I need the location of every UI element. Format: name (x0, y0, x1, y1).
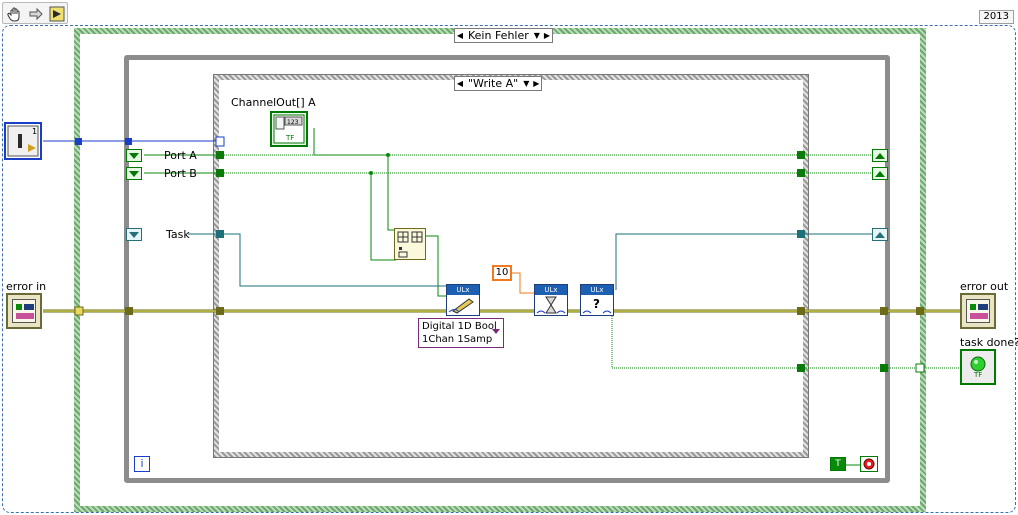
svg-text:123: 123 (287, 119, 299, 126)
pencil-icon (448, 298, 474, 314)
wire-junction (386, 153, 390, 157)
task-control[interactable] (126, 228, 142, 241)
error-in-label: error in (6, 280, 47, 293)
channel-out-label: ChannelOut[] A (231, 96, 316, 109)
question-icon: ? (582, 297, 612, 314)
wires-layer (43, 128, 960, 373)
build-array-node[interactable] (394, 228, 426, 260)
ulx-wait-subvi[interactable]: ULx (534, 284, 568, 316)
tunnel-selector-outer (75, 138, 82, 145)
port-b-control[interactable] (126, 167, 142, 180)
bool-wires (144, 128, 960, 369)
poly-selector-line2: 1Chan 1Samp (422, 334, 493, 345)
hourglass-icon (536, 296, 566, 314)
timeout-constant[interactable]: 10 (492, 265, 512, 281)
channel-out-array[interactable]: 123 TF (270, 111, 308, 147)
svg-text:TF: TF (285, 134, 294, 142)
true-constant[interactable]: T (830, 457, 846, 471)
error-out-cluster[interactable] (960, 293, 996, 329)
ulx-write-subvi[interactable]: ULx (446, 284, 480, 316)
port-a-control[interactable] (126, 149, 142, 162)
error-in-cluster[interactable] (6, 293, 42, 329)
svg-text:1: 1 (32, 127, 37, 136)
poly-selector-line1: Digital 1D Bool (422, 321, 497, 332)
condition-wire (846, 464, 860, 466)
ulx-query-title: ULx (581, 285, 613, 295)
port-a-label: Port A (164, 149, 197, 162)
task-wires (188, 233, 880, 290)
wire-junction (369, 171, 373, 175)
iteration-terminal: i (134, 456, 150, 472)
task-done-tf: TF (974, 371, 983, 379)
stop-condition-terminal[interactable] (860, 456, 878, 472)
case-selector-control[interactable]: 1 (4, 122, 42, 160)
error-out-label: error out (960, 280, 1009, 293)
task-done-indicator[interactable]: TF (960, 349, 996, 385)
chevron-down-icon[interactable] (492, 329, 500, 334)
ulx-write-title: ULx (447, 285, 479, 295)
task-output[interactable] (872, 228, 888, 241)
port-b-output[interactable] (872, 167, 888, 180)
ulx-query-subvi[interactable]: ULx ? (580, 284, 614, 316)
task-done-label: task done? (960, 336, 1018, 349)
port-b-label: Port B (164, 167, 197, 180)
svg-text:?: ? (593, 297, 600, 311)
ulx-wait-title: ULx (535, 285, 567, 295)
task-label: Task (166, 228, 190, 241)
port-a-output[interactable] (872, 149, 888, 162)
tunnel-selector-loop (125, 138, 132, 145)
polymorphic-selector[interactable]: Digital 1D Bool 1Chan 1Samp (418, 318, 504, 348)
